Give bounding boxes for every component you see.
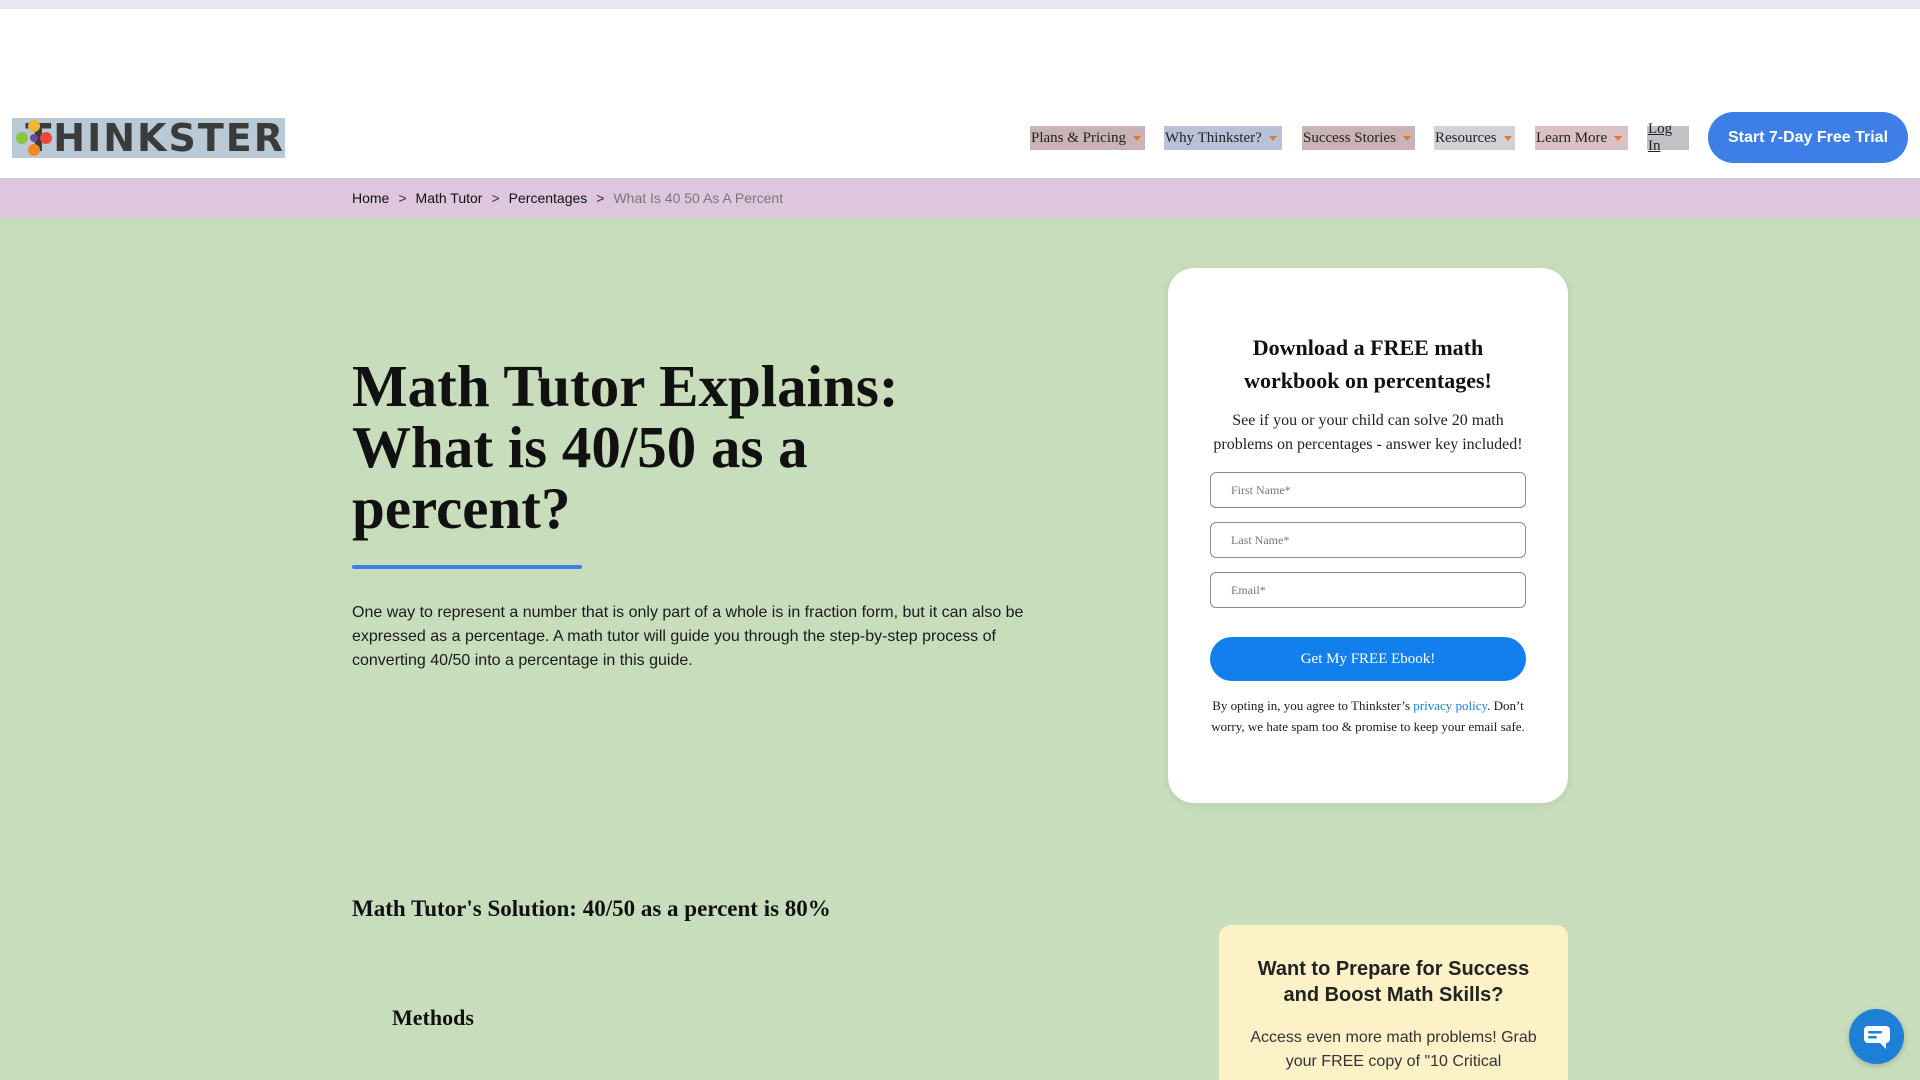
promo-box: Want to Prepare for Success and Boost Ma…: [1219, 925, 1568, 1080]
start-free-trial-button[interactable]: Start 7-Day Free Trial: [1708, 112, 1908, 163]
privacy-note-prefix: By opting in, you agree to Thinkster’s: [1212, 698, 1414, 713]
solution-heading: Math Tutor's Solution: 40/50 as a percen…: [352, 896, 831, 921]
breadcrumb-separator: >: [398, 190, 407, 206]
nav-learn-more[interactable]: Learn More: [1535, 126, 1628, 150]
caret-down-icon: [1503, 135, 1512, 141]
nav-label: Success Stories: [1303, 129, 1396, 146]
intro-paragraph: One way to represent a number that is on…: [352, 604, 1024, 669]
breadcrumb-math-tutor[interactable]: Math Tutor: [416, 190, 483, 206]
nav-resources[interactable]: Resources: [1434, 126, 1515, 150]
promo-title: Want to Prepare for Success and Boost Ma…: [1257, 958, 1530, 1006]
last-name-field[interactable]: [1210, 522, 1526, 558]
breadcrumb-separator: >: [596, 190, 605, 206]
card-title: Download a FREE math workbook on percent…: [1244, 335, 1492, 393]
breadcrumb-bar: [0, 178, 1920, 218]
logo-wordmark: THINKSTER: [25, 116, 285, 160]
page-title: Math Tutor Explains: What is 40/50 as a …: [352, 353, 899, 541]
nav-label: Learn More: [1536, 129, 1608, 146]
nav-plans-pricing[interactable]: Plans & Pricing: [1030, 126, 1145, 150]
download-workbook-card: Download a FREE math workbook on percent…: [1168, 268, 1568, 803]
breadcrumb-percentages[interactable]: Percentages: [509, 190, 588, 206]
nav-label: Plans & Pricing: [1031, 129, 1127, 146]
chat-icon: [1863, 1025, 1890, 1049]
methods-heading: Methods: [392, 1005, 474, 1030]
breadcrumb-separator: >: [491, 190, 500, 206]
caret-down-icon: [1268, 135, 1277, 141]
breadcrumb-home[interactable]: Home: [352, 190, 389, 206]
get-ebook-button[interactable]: Get My FREE Ebook!: [1210, 637, 1526, 681]
caret-down-icon: [1614, 135, 1623, 141]
thinkster-logo[interactable]: THINKSTER: [12, 118, 285, 158]
site-header: [0, 9, 1920, 178]
caret-down-icon: [1133, 135, 1141, 141]
email-field[interactable]: [1210, 572, 1526, 608]
top-strip: [0, 0, 1920, 9]
login-link[interactable]: Log In: [1647, 121, 1689, 154]
chat-button[interactable]: [1849, 1009, 1904, 1064]
nav-label: Resources: [1435, 129, 1497, 146]
card-subtitle: See if you or your child can solve 20 ma…: [1213, 412, 1523, 453]
breadcrumb: Home > Math Tutor > Percentages > What I…: [352, 190, 783, 206]
promo-text: Access even more math problems! Grab you…: [1250, 1029, 1537, 1070]
title-underline: [352, 565, 582, 569]
nav-success-stories[interactable]: Success Stories: [1302, 126, 1415, 150]
thinkster-flower-icon: [14, 118, 52, 158]
breadcrumb-current: What Is 40 50 As A Percent: [613, 190, 784, 206]
caret-down-icon: [1402, 135, 1411, 141]
nav-label: Why Thinkster?: [1165, 129, 1262, 146]
privacy-policy-link[interactable]: privacy policy: [1413, 698, 1487, 713]
first-name-field[interactable]: [1210, 472, 1526, 508]
privacy-note: By opting in, you agree to Thinkster’s p…: [1168, 695, 1568, 737]
nav-why-thinkster[interactable]: Why Thinkster?: [1164, 126, 1282, 150]
